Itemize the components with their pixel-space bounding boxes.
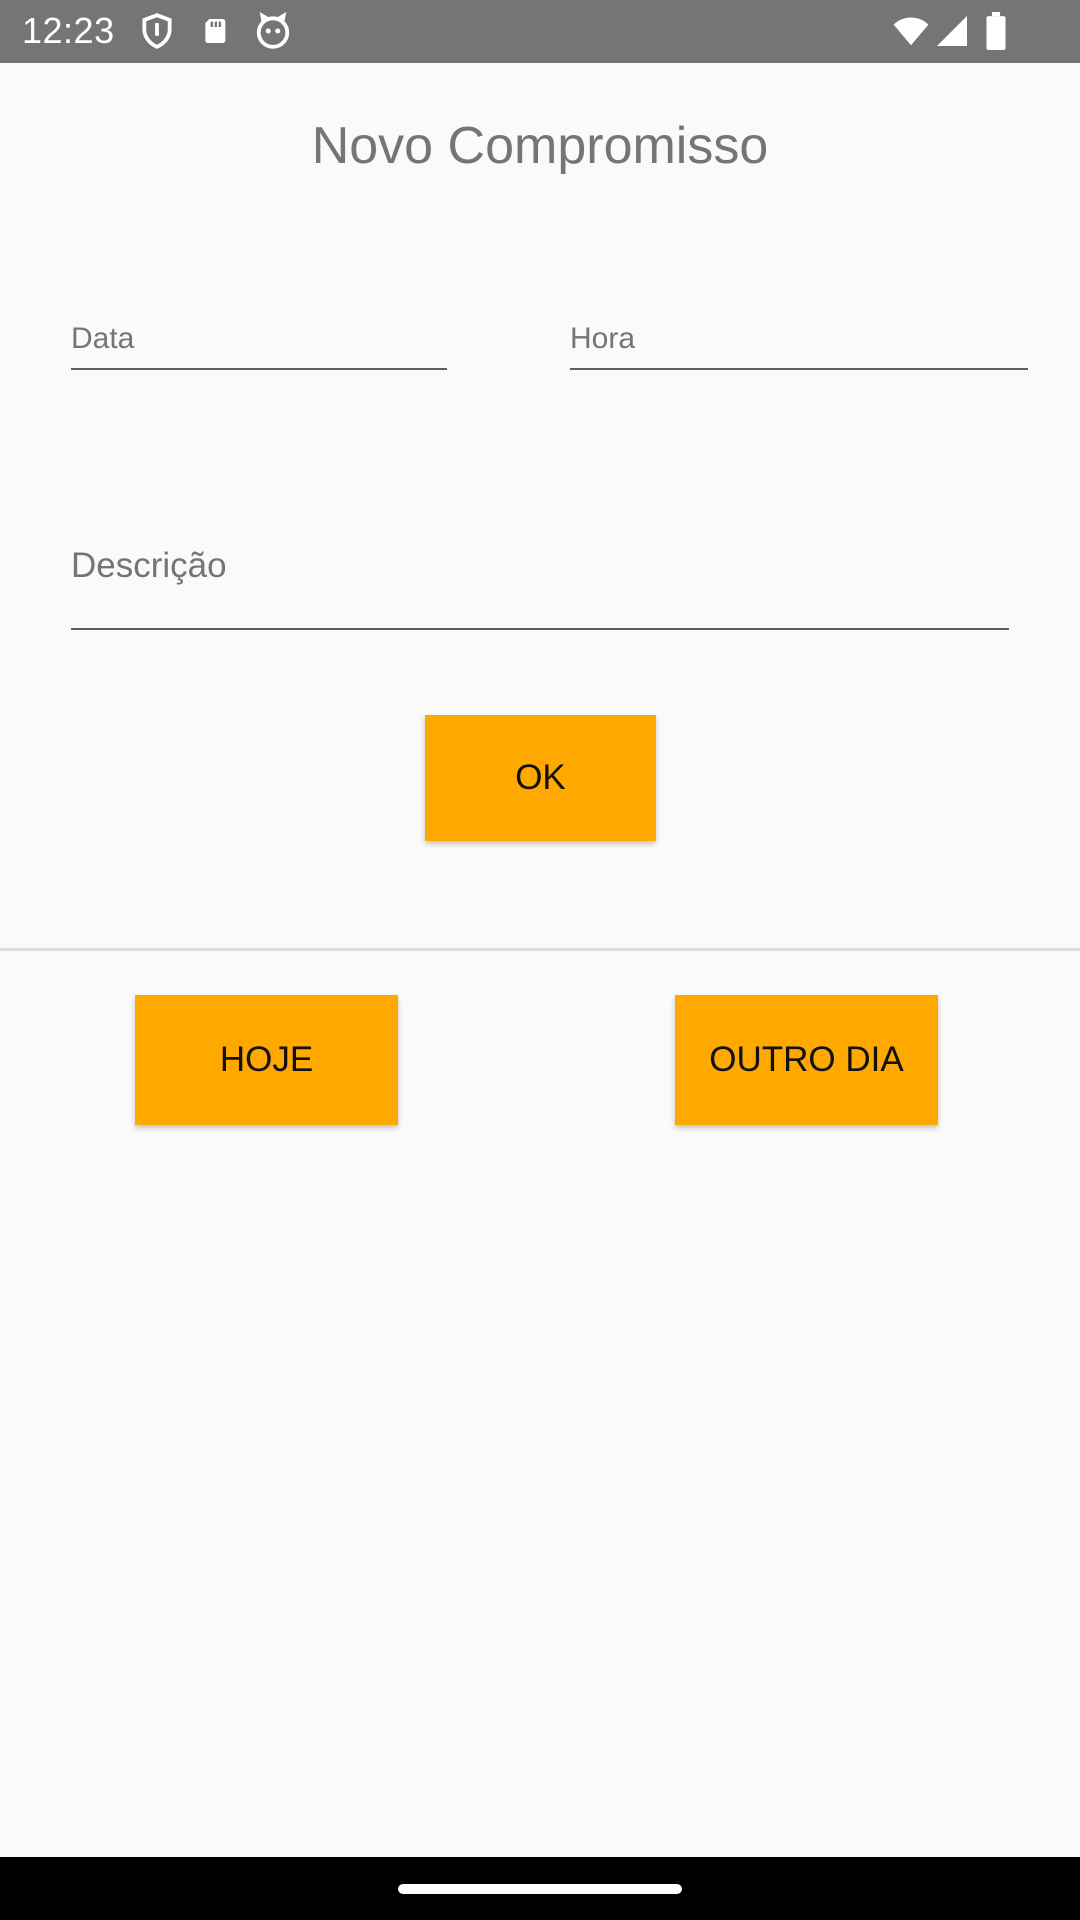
page-title: Novo Compromisso [311, 117, 769, 175]
signal-icon [937, 16, 967, 46]
section-divider [0, 948, 1080, 951]
descricao-field[interactable]: Descrição [71, 542, 1009, 630]
wifi-icon [893, 17, 929, 46]
cat-icon [256, 12, 290, 49]
gesture-handle[interactable] [398, 1884, 682, 1894]
outro-dia-button[interactable]: OUTRO DIA [675, 995, 938, 1125]
data-field[interactable]: Data [71, 318, 447, 370]
battery-icon [986, 12, 1006, 50]
hora-field[interactable]: Hora [570, 318, 1028, 370]
descricao-field-label: Descrição [71, 546, 227, 585]
status-time: 12:23 [22, 10, 115, 51]
sdcard-icon [205, 19, 226, 43]
shield-icon [142, 13, 172, 49]
hoje-button[interactable]: HOJE [135, 995, 398, 1125]
status-bar: 12:23 [0, 0, 1080, 63]
navigation-bar [0, 1857, 1080, 1920]
hora-field-label: Hora [570, 322, 636, 355]
data-field-label: Data [71, 322, 135, 355]
ok-button[interactable]: OK [425, 715, 656, 841]
